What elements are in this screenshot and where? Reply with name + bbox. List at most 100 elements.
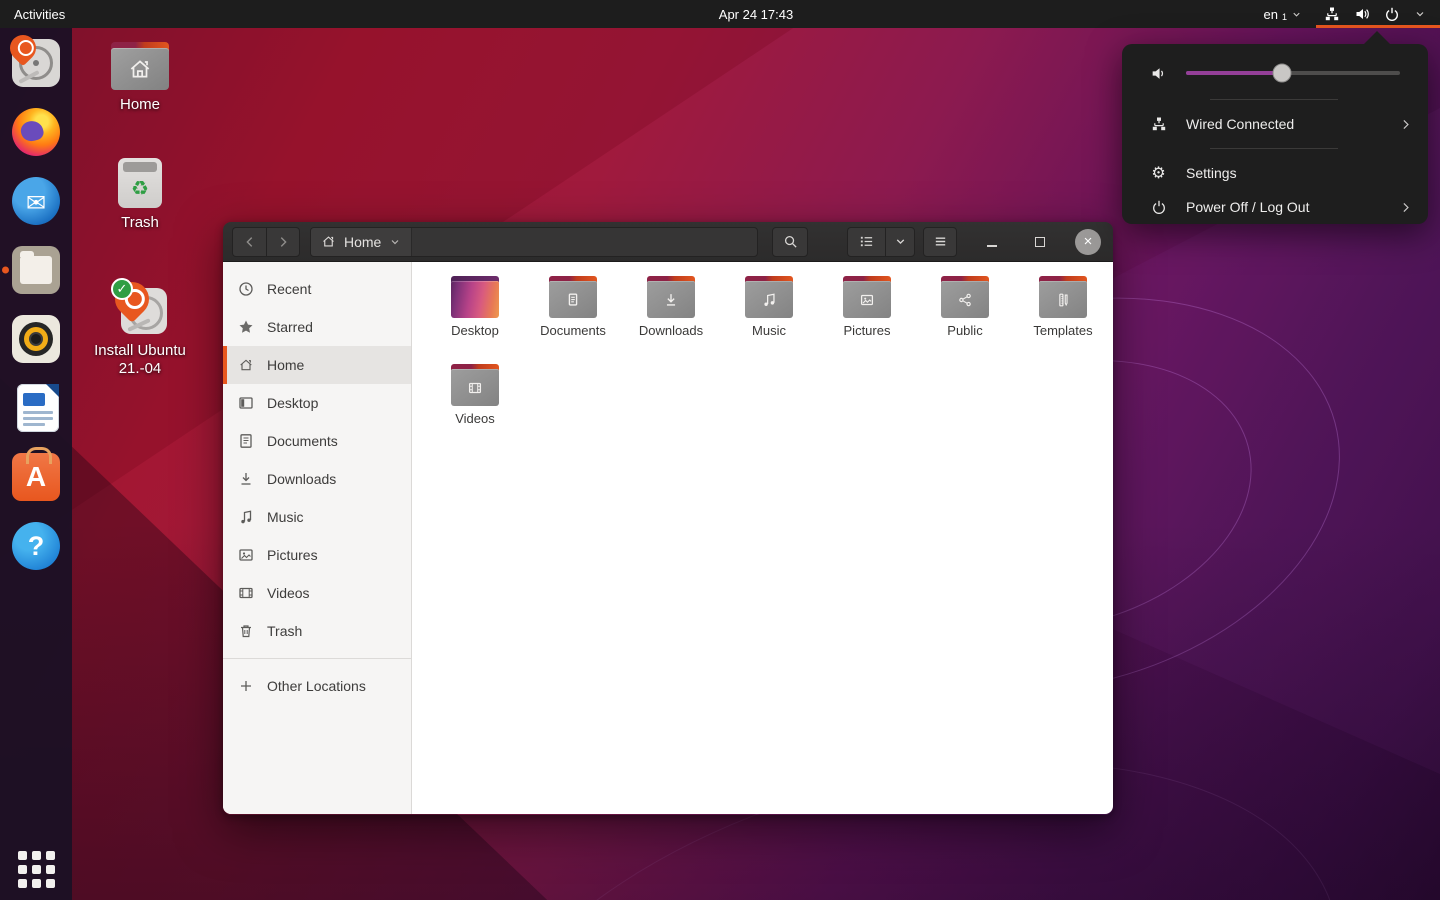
- sidebar-item-label: Recent: [267, 281, 312, 297]
- power-icon: [1386, 7, 1398, 21]
- dock-item-thunderbird[interactable]: ✉: [0, 167, 72, 235]
- folder-desktop[interactable]: Desktop: [426, 272, 524, 360]
- menu-item-power-off-log-out[interactable]: Power Off / Log Out: [1122, 190, 1428, 224]
- open-menu-indicator: [1316, 25, 1440, 28]
- separator: [1210, 148, 1338, 149]
- minimize-button[interactable]: [979, 229, 1005, 255]
- sidebar-item-videos[interactable]: Videos: [223, 574, 411, 612]
- document-emblem-icon: [568, 292, 578, 306]
- show-applications-button[interactable]: [0, 838, 72, 900]
- rhythmbox-icon: [12, 315, 60, 363]
- keyboard-layout-button[interactable]: en 1: [1260, 0, 1306, 28]
- sidebar-item-downloads[interactable]: Downloads: [223, 460, 411, 498]
- desktop-icon-install-ubuntu[interactable]: ✓ Install Ubuntu 21.-04: [80, 274, 200, 378]
- desktop-icon-trash[interactable]: ♻ Trash: [80, 158, 200, 232]
- window-menu-button[interactable]: [923, 226, 957, 257]
- folder-downloads[interactable]: Downloads: [622, 272, 720, 360]
- desktop-icon: [238, 395, 254, 411]
- dock-item-help[interactable]: ?: [0, 512, 72, 580]
- path-segment-home[interactable]: Home: [311, 227, 413, 256]
- back-button[interactable]: [232, 226, 266, 257]
- chevron-down-icon: [1416, 12, 1424, 17]
- dock-item-rhythmbox[interactable]: [0, 305, 72, 373]
- maximize-button[interactable]: [1027, 229, 1053, 255]
- sidebar-item-trash[interactable]: Trash: [223, 612, 411, 650]
- sidebar-item-starred[interactable]: Starred: [223, 308, 411, 346]
- sidebar-item-label: Home: [267, 357, 305, 373]
- sidebar-item-documents[interactable]: Documents: [223, 422, 411, 460]
- sidebar-item-home[interactable]: Home: [223, 346, 411, 384]
- folder-pictures[interactable]: Pictures: [818, 272, 916, 360]
- check-badge-icon: ✓: [111, 278, 133, 300]
- desktop-icon-label: Trash: [121, 214, 159, 231]
- desktop-icon-home[interactable]: Home: [80, 42, 200, 114]
- desktop-icon-label: Home: [119, 96, 160, 113]
- volume-icon: [1356, 9, 1369, 19]
- templates-folder-icon: [1039, 276, 1087, 318]
- gear-icon: ⚙: [1151, 165, 1166, 182]
- volume-slider[interactable]: [1186, 63, 1400, 83]
- trash-icon: ♻: [118, 158, 162, 208]
- menu-item-settings[interactable]: ⚙ Settings: [1122, 156, 1428, 190]
- search-button[interactable]: [772, 226, 808, 257]
- sidebar-item-label: Starred: [267, 319, 313, 335]
- folder-music[interactable]: Music: [720, 272, 818, 360]
- path-label: Home: [344, 233, 382, 250]
- home-icon: [323, 236, 334, 247]
- folder-videos[interactable]: Videos: [426, 360, 524, 448]
- minimize-icon: [987, 244, 997, 247]
- keyboard-layout-sub: 1: [1281, 12, 1287, 22]
- dock-item-firefox[interactable]: [0, 98, 72, 166]
- folder-documents[interactable]: Documents: [524, 272, 622, 360]
- sidebar-item-pictures[interactable]: Pictures: [223, 536, 411, 574]
- path-bar[interactable]: Home: [310, 226, 758, 257]
- list-view-button[interactable]: [847, 226, 885, 257]
- ubuntu-software-icon: A: [12, 447, 60, 501]
- desktop-icon-label: Install Ubuntu 21.-04: [94, 342, 186, 377]
- sidebar-item-desktop[interactable]: Desktop: [223, 384, 411, 422]
- home-folder-icon: [111, 42, 169, 90]
- close-button[interactable]: ×: [1075, 228, 1101, 255]
- firefox-icon: [12, 108, 60, 156]
- sidebar-item-other-locations[interactable]: Other Locations: [223, 667, 411, 705]
- menu-item-label: Wired Connected: [1186, 116, 1295, 132]
- dock-item-ubuntu-installer[interactable]: [0, 29, 72, 97]
- separator: [1210, 99, 1338, 100]
- folder-label: Public: [947, 323, 983, 338]
- sidebar-item-music[interactable]: Music: [223, 498, 411, 536]
- sidebar-item-label: Trash: [267, 623, 303, 639]
- activities-button[interactable]: Activities: [0, 0, 79, 28]
- volume-slider-handle[interactable]: [1272, 63, 1292, 83]
- sidebar-item-recent[interactable]: Recent: [223, 270, 411, 308]
- documents-folder-icon: [549, 276, 597, 318]
- ubuntu-installer-icon: [4, 29, 60, 87]
- running-indicator-dot: [2, 266, 9, 274]
- dock-item-libreoffice-writer[interactable]: [0, 374, 72, 442]
- chevron-down-icon: [896, 239, 904, 245]
- sidebar-item-label: Documents: [267, 433, 338, 449]
- desktop-folder-icon: [451, 276, 499, 318]
- chevron-right-icon: [1403, 202, 1409, 212]
- folder-public[interactable]: Public: [916, 272, 1014, 360]
- system-status-menu-button[interactable]: [1320, 0, 1430, 28]
- dock: ✉ A ?: [0, 28, 72, 900]
- videos-folder-icon: [451, 364, 499, 406]
- menu-item-label: Power Off / Log Out: [1186, 199, 1310, 215]
- install-ubuntu-icon: ✓: [107, 274, 169, 336]
- dock-item-ubuntu-software[interactable]: A: [0, 443, 72, 511]
- file-grid[interactable]: Desktop Documents Downloads Music Pictur…: [412, 262, 1113, 814]
- system-menu-popover: Wired Connected ⚙ Settings Power Off / L…: [1122, 31, 1428, 224]
- music-folder-icon: [745, 276, 793, 318]
- clock-button[interactable]: Apr 24 17:43: [709, 0, 803, 28]
- folder-templates[interactable]: Templates: [1014, 272, 1112, 360]
- public-folder-icon: [941, 276, 989, 318]
- folder-label: Music: [752, 323, 786, 338]
- view-options-button[interactable]: [885, 226, 915, 257]
- window-header-bar[interactable]: Home ×: [223, 222, 1113, 262]
- forward-button[interactable]: [266, 226, 300, 257]
- folder-label: Templates: [1033, 323, 1093, 338]
- menu-item-wired-connected[interactable]: Wired Connected: [1122, 107, 1428, 141]
- dock-item-files[interactable]: [0, 236, 72, 304]
- music-note-icon: [238, 509, 254, 525]
- menu-item-label: Settings: [1186, 165, 1237, 181]
